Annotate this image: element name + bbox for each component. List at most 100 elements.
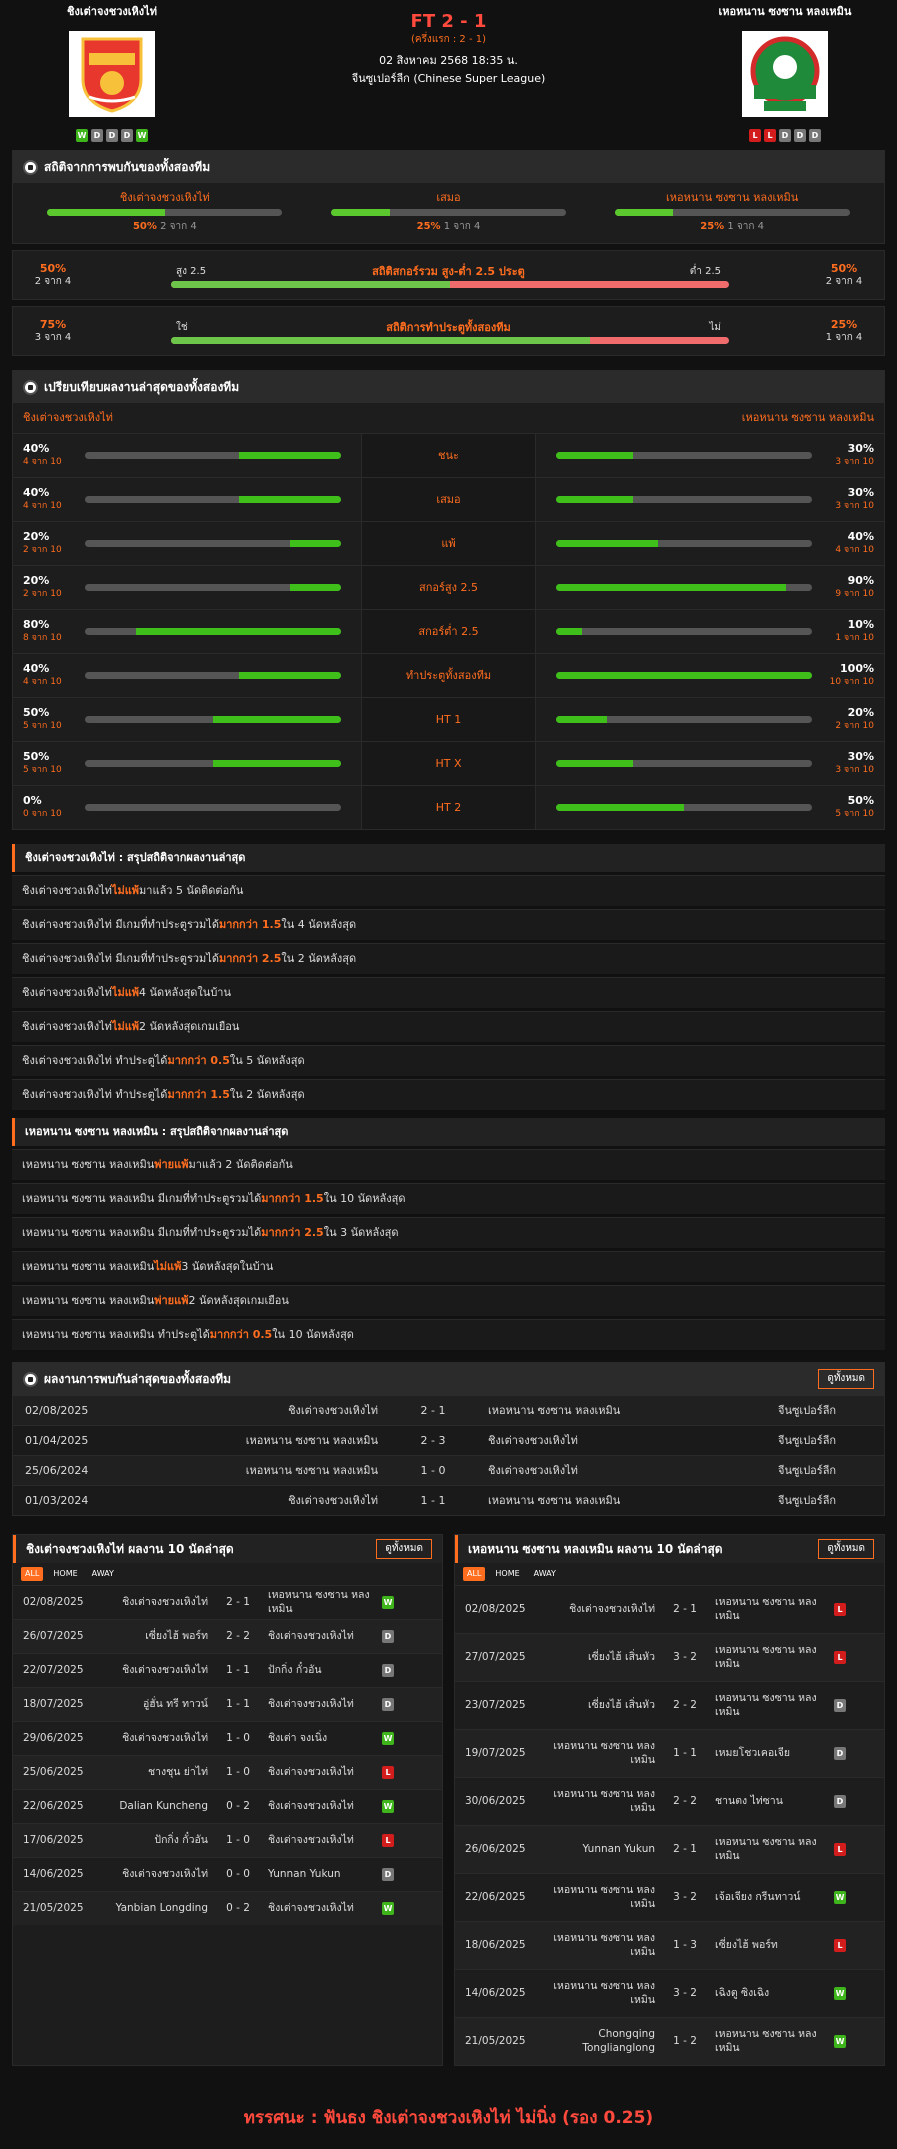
- result-cell: D: [373, 1698, 403, 1711]
- summary-highlight: พ่ายแพ้: [154, 1294, 189, 1308]
- result-row[interactable]: 18/07/2025 อู่ฮั่น ทรี ทาวน์ 1 - 1 ชิงเต่าจ…: [13, 1687, 442, 1721]
- tab-home[interactable]: HOME: [49, 1567, 81, 1581]
- right-bar: [556, 672, 812, 679]
- result-away: เจ้อเจียง กรีนทาวน์: [715, 1890, 801, 1903]
- tab-away[interactable]: AWAY: [88, 1567, 118, 1581]
- result-row[interactable]: 26/06/2025 Yunnan Yukun 2 - 1 เหอหนาน ซงซาน…: [455, 1825, 884, 1873]
- result-away: ชิงเต่าจงชวงเหิงไท่: [268, 1765, 354, 1778]
- left-fill: [213, 760, 341, 767]
- meetings-list: 02/08/2025 ชิงเต่าจงชวงเหิงไท่ 2 - 1 เหอหนา…: [13, 1395, 884, 1515]
- away-team[interactable]: เหอหนาน ซงซาน หลงเหมิน LLDDD: [685, 5, 885, 150]
- result-date: 18/07/2025: [23, 1697, 84, 1710]
- right-bar: [556, 716, 812, 723]
- compare-row: 40% 4 จาก 10 เสมอ 30% 3 จาก 10: [13, 477, 884, 521]
- h2h-label: เหอหนาน ซงซาน หลงเหมิน: [666, 191, 799, 204]
- tab-home[interactable]: HOME: [491, 1567, 523, 1581]
- meeting-row[interactable]: 01/04/2025 เหอหนาน ซงซาน หลงเหมิน 2 - 3 ชิง…: [13, 1425, 884, 1455]
- right-count: 3 จาก 10: [835, 457, 874, 468]
- right-fill: [556, 452, 633, 459]
- last-ten-section: ชิงเต่าจงชวงเหิงไท่ ผลงาน 10 นัดล่าสุด ดู…: [12, 1534, 885, 2072]
- result-row[interactable]: 19/07/2025 เหอหนาน ซงซาน หลงเหมิน 1 - 1 เหม…: [455, 1729, 884, 1777]
- result-row[interactable]: 21/05/2025 Chongqing Tonglianglong 1 - 2 เห…: [455, 2017, 884, 2065]
- prediction: ทรรศนะ : ฟันธง ชิงเต่าจงชวงเหิงไท่ ไม่นิ…: [12, 2108, 885, 2129]
- see-all-button[interactable]: ดูทั้งหมด: [376, 1538, 432, 1560]
- form-badge: D: [809, 128, 821, 142]
- result-away: เซี่ยงไฮ้ พอร์ท: [715, 1938, 778, 1951]
- result-row[interactable]: 23/07/2025 เซี่ยงไฮ้ เสิ่นหัว 2 - 2 เหอหนาน…: [455, 1681, 884, 1729]
- league-name[interactable]: จีนซูเปอร์ลีก (Chinese Super League): [352, 72, 546, 86]
- left-fill: [289, 540, 341, 547]
- left-value: 20% 2 จาก 10: [23, 574, 75, 600]
- home-team[interactable]: ชิงเต่าจงชวงเหิงไท่ WDDDW: [12, 5, 212, 150]
- meeting-row[interactable]: 02/08/2025 ชิงเต่าจงชวงเหิงไท่ 2 - 1 เหอหนา…: [13, 1395, 884, 1425]
- left-count: 4 จาก 10: [23, 677, 62, 688]
- left-bar: [85, 716, 341, 723]
- right-count: 10 จาก 10: [829, 677, 874, 688]
- result-row[interactable]: 18/06/2025 เหอหนาน ซงซาน หลงเหมิน 1 - 3 เซี…: [455, 1921, 884, 1969]
- h2h-stat: ชิงเต่าจงชวงเหิงไท่ 50% 2 จาก 4: [47, 191, 283, 234]
- meeting-date: 25/06/2024: [25, 1463, 89, 1477]
- result-row[interactable]: 02/08/2025 ชิงเต่าจงชวงเหิงไท่ 2 - 1 เหอหนา…: [455, 1585, 884, 1633]
- away-crest-icon: [742, 30, 828, 117]
- away-tabs: ALL HOME AWAY: [455, 1563, 884, 1585]
- meeting-date: 01/03/2024: [25, 1493, 89, 1507]
- right-value: 30% 3 จาก 10: [822, 486, 874, 512]
- result-score: 2 - 1: [673, 1602, 697, 1615]
- left-value: 0% 0 จาก 10: [23, 794, 75, 820]
- result-away: เหอหนาน ซงซาน หลงเหมิน: [715, 1596, 817, 1622]
- compare-row: 40% 4 จาก 10 ชนะ 30% 3 จาก 10: [13, 433, 884, 477]
- meeting-home: ชิงเต่าจงชวงเหิงไท่: [288, 1403, 378, 1417]
- result-home: เหอหนาน ซงซาน หลงเหมิน: [553, 1740, 655, 1766]
- meeting-away: ชิงเต่าจงชวงเหิงไท่: [488, 1463, 578, 1477]
- result-row[interactable]: 14/06/2025 ชิงเต่าจงชวงเหิงไท่ 0 - 0 Yunnan…: [13, 1857, 442, 1891]
- over-under-title: สถิติสกอร์รวม สูง-ต่ำ 2.5 ประตู: [372, 265, 525, 279]
- result-row[interactable]: 02/08/2025 ชิงเต่าจงชวงเหิงไท่ 2 - 1 เหอหนา…: [13, 1585, 442, 1619]
- result-row[interactable]: 26/07/2025 เซี่ยงไฮ้ พอร์ท 2 - 2 ชิงเต่าจงช…: [13, 1619, 442, 1653]
- summary-text: ใน 10 นัดหลังสุด: [272, 1328, 354, 1342]
- left-pct: 0%: [23, 794, 42, 808]
- result-home: เซี่ยงไฮ้ เสิ่นหัว: [587, 1650, 655, 1663]
- result-row[interactable]: 25/06/2025 ชางชุน ย่าไท่ 1 - 0 ชิงเต่าจงชวง…: [13, 1755, 442, 1789]
- result-badge: D: [382, 1698, 394, 1711]
- meeting-row[interactable]: 01/03/2024 ชิงเต่าจงชวงเหิงไท่ 1 - 1 เหอหนา…: [13, 1485, 884, 1515]
- tab-all[interactable]: ALL: [21, 1567, 44, 1581]
- summary-text: 2 นัดหลังสุดเกมเยือน: [139, 1020, 240, 1034]
- h2h-value: 50% 2 จาก 4: [47, 221, 282, 234]
- right-pct: 50%: [847, 794, 874, 808]
- summary-row: เหอหนาน ซงซาน หลงเหมิน มีเกมที่ทำประตูรว…: [12, 1217, 885, 1248]
- compare-row: 80% 8 จาก 10 สกอร์ต่ำ 2.5 10% 1 จาก 10: [13, 609, 884, 653]
- summary-text: เหอหนาน ซงซาน หลงเหมิน: [22, 1158, 155, 1172]
- see-all-button[interactable]: ดูทั้งหมด: [818, 1368, 874, 1390]
- result-row[interactable]: 29/06/2025 ชิงเต่าจงชวงเหิงไท่ 1 - 0 ชิงเต่…: [13, 1721, 442, 1755]
- left-bar: [85, 452, 341, 459]
- summary-row: เหอหนาน ซงซาน หลงเหมิน มีเกมที่ทำประตูรว…: [12, 1183, 885, 1214]
- result-row[interactable]: 14/06/2025 เหอหนาน ซงซาน หลงเหมิน 3 - 2 เฉิ…: [455, 1969, 884, 2017]
- summary-row: ชิงเต่าจงชวงเหิงไท่ ทำประตูได้ มากกว่า 0…: [12, 1045, 885, 1076]
- result-row[interactable]: 22/07/2025 ชิงเต่าจงชวงเหิงไท่ 1 - 1 ปักกิ่…: [13, 1653, 442, 1687]
- left-fill: [213, 716, 341, 723]
- result-row[interactable]: 27/07/2025 เซี่ยงไฮ้ เสิ่นหัว 3 - 2 เหอหนาน…: [455, 1633, 884, 1681]
- result-home: เซี่ยงไฮ้ พอร์ท: [145, 1629, 208, 1642]
- result-row[interactable]: 21/05/2025 Yanbian Longding 0 - 2 ชิงเต่าจง…: [13, 1891, 442, 1925]
- meeting-row[interactable]: 25/06/2024 เหอหนาน ซงซาน หลงเหมิน 1 - 0 ชิง…: [13, 1455, 884, 1485]
- left-value: 50% 5 จาก 10: [23, 706, 75, 732]
- result-row[interactable]: 22/06/2025 Dalian Kuncheng 0 - 2 ชิงเต่าจงช…: [13, 1789, 442, 1823]
- compare-right: 50% 5 จาก 10: [536, 786, 884, 829]
- compare-label: ทำประตูทั้งสองทีม: [361, 654, 536, 697]
- see-all-button[interactable]: ดูทั้งหมด: [818, 1538, 874, 1560]
- tab-away[interactable]: AWAY: [530, 1567, 560, 1581]
- result-away: เหอหนาน ซงซาน หลงเหมิน: [715, 2028, 817, 2054]
- btts-yes-fill: [171, 337, 590, 345]
- result-cell: L: [825, 1843, 855, 1856]
- left-count: 2 จาก 10: [23, 545, 62, 556]
- result-row[interactable]: 22/06/2025 เหอหนาน ซงซาน หลงเหมิน 3 - 2 เจ้…: [455, 1873, 884, 1921]
- result-row[interactable]: 17/06/2025 ปักกิ่ง กั๋วอัน 1 - 0 ชิงเต่าจงช…: [13, 1823, 442, 1857]
- away-last-ten: เหอหนาน ซงซาน หลงเหมิน ผลงาน 10 นัดล่าสุ…: [454, 1534, 885, 2066]
- result-row[interactable]: 30/06/2025 เหอหนาน ซงซาน หลงเหมิน 2 - 2 ชาน…: [455, 1777, 884, 1825]
- tab-all[interactable]: ALL: [463, 1567, 486, 1581]
- left-bar: [85, 672, 341, 679]
- summary-text: ชิงเต่าจงชวงเหิงไท่: [22, 1020, 112, 1034]
- result-cell: D: [825, 1747, 855, 1760]
- form-badge: D: [779, 128, 791, 142]
- home-summary-header: ชิงเต่าจงชวงเหิงไท่ : สรุปสถิติจากผลงานล…: [12, 844, 885, 872]
